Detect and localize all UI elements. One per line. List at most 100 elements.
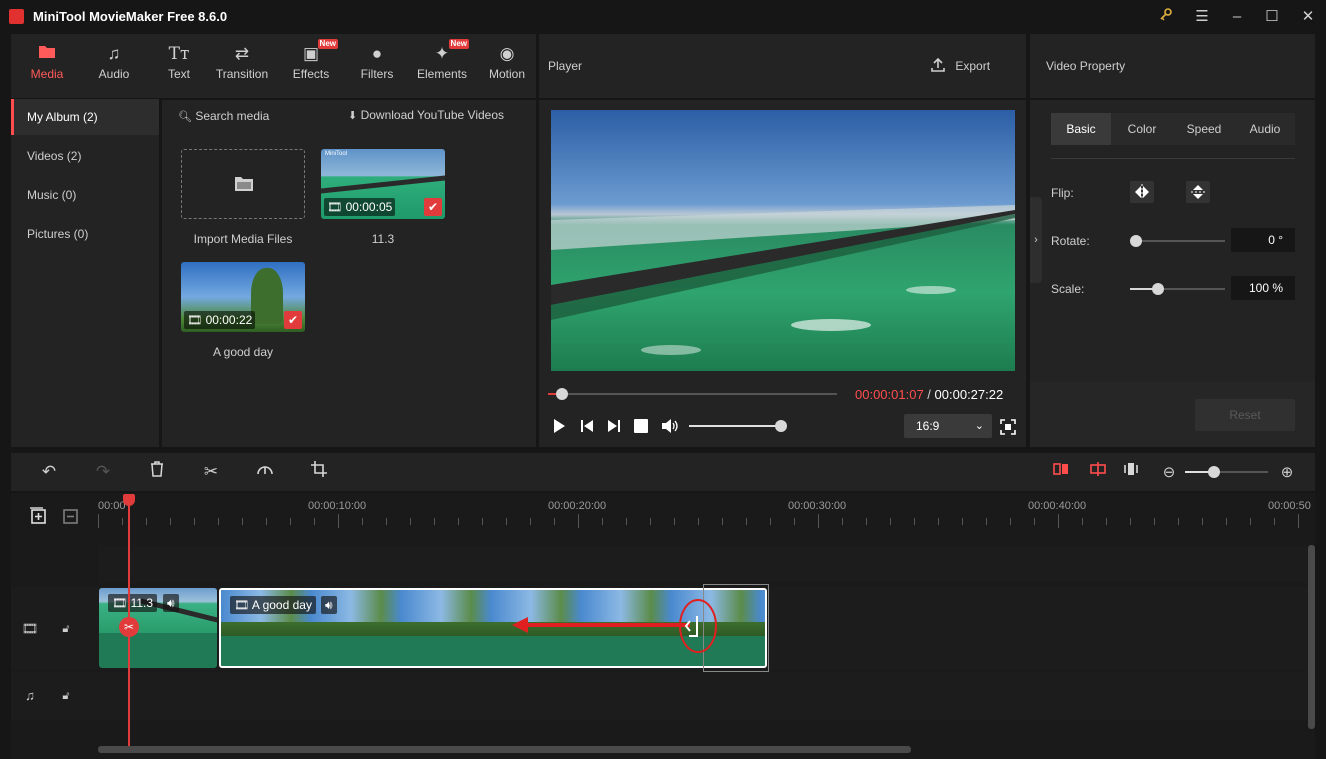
horizontal-scrollbar[interactable]: [98, 746, 911, 753]
ruler-tick: [362, 518, 363, 525]
ruler-tick: [722, 518, 723, 525]
tab-basic[interactable]: Basic: [1051, 113, 1111, 145]
video-preview[interactable]: [551, 110, 1015, 371]
maximize-icon[interactable]: ☐: [1262, 7, 1282, 27]
ruler-tick: [1154, 518, 1155, 525]
toolbar-effects[interactable]: ▣ Effects New: [280, 39, 342, 90]
media-thumbnail[interactable]: MiniTool 🎞︎ 00:00:05 ✔: [321, 149, 445, 219]
aspect-ratio-select[interactable]: 16:9 ⌄: [904, 414, 992, 438]
ruler-tick: [1226, 518, 1227, 525]
new-badge: New: [448, 39, 469, 49]
reset-button[interactable]: Reset: [1195, 399, 1295, 431]
playback-progress-knob[interactable]: [556, 388, 568, 400]
search-media-input[interactable]: 🔍︎ Search media: [178, 109, 338, 125]
scale-label: Scale:: [1051, 282, 1085, 296]
scale-value-field[interactable]: 100 %: [1231, 276, 1295, 300]
previous-frame-button[interactable]: [579, 418, 595, 434]
toolbar-media[interactable]: Media: [16, 42, 78, 90]
volume-knob[interactable]: [775, 420, 787, 432]
ruler-tick: [338, 514, 339, 528]
ruler-tick: [578, 514, 579, 528]
ruler-tick: [674, 518, 675, 525]
lock-icon[interactable]: 🔓︎: [54, 617, 78, 641]
playback-progress-track[interactable]: [548, 393, 837, 395]
download-youtube-button[interactable]: ⬇ Download YouTube Videos: [348, 108, 528, 124]
zoom-in-button[interactable]: ⊕: [1275, 460, 1299, 484]
zoom-knob[interactable]: [1208, 466, 1220, 478]
ruler-tick: [290, 518, 291, 525]
ruler-tick: [1274, 518, 1275, 525]
ruler-tick: [266, 518, 267, 525]
import-media-button[interactable]: [181, 149, 305, 219]
ruler-tick: [866, 518, 867, 525]
toolbar-elements[interactable]: ✦ Elements New: [411, 39, 473, 90]
ruler-tick: [242, 518, 243, 525]
toolbar-audio[interactable]: ♫ Audio: [83, 42, 145, 90]
fullscreen-button[interactable]: [1000, 419, 1016, 435]
tab-color[interactable]: Color: [1113, 113, 1171, 145]
ruler-tick: [1202, 518, 1203, 525]
scale-slider-knob[interactable]: [1152, 283, 1164, 295]
check-icon: ✔: [424, 198, 442, 216]
toolbar-transition[interactable]: ⇄ Transition: [211, 42, 273, 90]
lock-icon[interactable]: 🔓︎: [54, 684, 78, 708]
rotate-slider-knob[interactable]: [1130, 235, 1142, 247]
clip-label: 🎞︎ A good day: [230, 596, 316, 614]
duration-value: 00:00:22: [205, 313, 253, 327]
media-item-name: A good day: [212, 345, 274, 359]
toolbar-filters[interactable]: ● Filters: [346, 42, 408, 90]
ruler-tick: [506, 518, 507, 525]
collapse-panel-button[interactable]: ›: [1030, 197, 1042, 283]
music-track: [11, 672, 1307, 720]
scissors-icon[interactable]: ✂: [119, 617, 139, 637]
stop-button[interactable]: [634, 419, 648, 433]
fit-button[interactable]: [1119, 460, 1143, 484]
speedometer-icon: [257, 466, 273, 475]
sidebar-item-music[interactable]: Music (0): [11, 177, 159, 213]
ruler-tick: [818, 514, 819, 528]
tab-audio[interactable]: Audio: [1237, 113, 1293, 145]
flip-horizontal-button[interactable]: [1130, 181, 1154, 203]
redo-button[interactable]: ↷: [91, 460, 115, 484]
ruler-tick: [458, 518, 459, 525]
rotate-slider-track[interactable]: [1130, 240, 1225, 242]
delete-button[interactable]: [145, 460, 169, 484]
undo-button[interactable]: ↶: [37, 460, 61, 484]
duration-label: 🎞︎ 00:00:05: [324, 198, 396, 216]
toolbar-motion[interactable]: ◉ Motion: [478, 42, 536, 90]
ruler-tick: [1082, 518, 1083, 525]
vertical-scrollbar[interactable]: [1308, 545, 1315, 729]
sidebar-item-pictures[interactable]: Pictures (0): [11, 216, 159, 252]
timeline-clip[interactable]: 🎞︎ 11.3 🔊︎: [99, 588, 217, 668]
next-frame-button[interactable]: [606, 418, 622, 434]
key-icon[interactable]: [1156, 7, 1176, 27]
trash-icon: [151, 461, 163, 477]
music-track-icon: ♫: [25, 688, 35, 703]
menu-icon[interactable]: ☰: [1192, 7, 1212, 27]
remove-track-button[interactable]: [58, 507, 82, 531]
snap-button[interactable]: [1049, 460, 1073, 484]
flip-vertical-button[interactable]: [1186, 181, 1210, 203]
export-button[interactable]: Export: [930, 57, 1000, 75]
app-logo-icon: [9, 9, 24, 24]
play-button[interactable]: [551, 418, 567, 434]
media-thumbnail[interactable]: 🎞︎ 00:00:22 ✔: [181, 262, 305, 332]
toolbar-text[interactable]: Tт Text: [148, 42, 210, 90]
toolbar-label: Motion: [488, 67, 526, 81]
split-view-button[interactable]: [1086, 460, 1110, 484]
close-icon[interactable]: ✕: [1298, 7, 1318, 27]
sidebar-item-my-album[interactable]: My Album (2): [11, 99, 159, 135]
minimize-icon[interactable]: –: [1227, 7, 1247, 27]
split-button[interactable]: ✂: [199, 460, 223, 484]
crop-button[interactable]: [307, 460, 331, 484]
zoom-out-button[interactable]: ⊖: [1157, 460, 1181, 484]
ruler-tick: [746, 518, 747, 525]
add-track-button[interactable]: [26, 507, 50, 531]
speed-button[interactable]: [253, 460, 277, 484]
rotate-value-field[interactable]: 0 °: [1231, 228, 1295, 252]
music-note-icon: ♫: [107, 44, 121, 63]
sidebar-item-videos[interactable]: Videos (2): [11, 138, 159, 174]
download-label: Download YouTube Videos: [360, 108, 505, 122]
volume-button[interactable]: [661, 418, 679, 434]
tab-speed[interactable]: Speed: [1173, 113, 1235, 145]
